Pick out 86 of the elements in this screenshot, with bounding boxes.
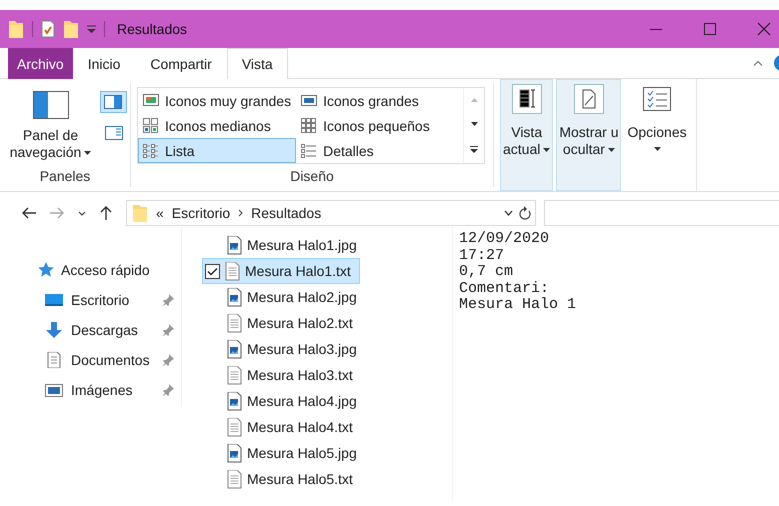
new-folder-icon[interactable] (63, 19, 79, 39)
navigation-pane-button[interactable]: Panel de navegación (6, 83, 94, 165)
customize-toolbar-icon[interactable] (87, 25, 96, 33)
properties-icon[interactable] (41, 20, 55, 38)
image-file-icon (227, 444, 242, 462)
text-file-icon (227, 366, 242, 384)
search-field[interactable] (544, 200, 779, 226)
show-hide-icon (574, 84, 604, 114)
caret-icon (543, 148, 550, 152)
show-hide-button[interactable]: Mostrar u ocultar (556, 79, 622, 191)
image-file-icon (227, 340, 242, 358)
document-icon (45, 352, 63, 368)
current-view-button[interactable]: Vista actual (500, 79, 554, 191)
image-file-icon (227, 288, 242, 306)
file-item[interactable]: Mesura Halo4.txt (202, 414, 362, 440)
nav-item[interactable]: Acceso rápido (0, 255, 181, 285)
file-item[interactable]: Mesura Halo2.txt (202, 310, 362, 336)
address-field[interactable]: « Escritorio Resultados (126, 200, 536, 226)
scroll-down-icon[interactable] (470, 122, 478, 126)
up-icon[interactable] (100, 206, 112, 220)
picture-folder-icon (45, 382, 63, 398)
nav-item[interactable]: Escritorio (0, 285, 181, 315)
large-icons-icon (301, 92, 318, 108)
nav-item[interactable]: Imágenes (0, 375, 181, 405)
options-icon (642, 84, 672, 114)
group-label: Diseño (289, 167, 335, 186)
small-icons-icon (301, 118, 318, 134)
dropdown-icon[interactable] (504, 210, 513, 216)
options-button[interactable]: Opciones (624, 79, 690, 191)
text-file-icon (227, 418, 242, 436)
refresh-icon[interactable] (519, 206, 531, 220)
file-item[interactable]: Mesura Halo1.jpg (202, 232, 366, 258)
text-file-icon (225, 262, 240, 280)
image-file-icon (227, 392, 242, 410)
maximize-icon[interactable] (703, 22, 717, 36)
text-file-icon (227, 314, 242, 332)
recent-locations-icon[interactable] (78, 210, 86, 216)
layout-option[interactable]: Iconos medianos (138, 113, 296, 138)
breadcrumb[interactable]: Escritorio (172, 205, 230, 221)
folder-icon (132, 203, 148, 223)
overflow-marker[interactable]: « (156, 205, 164, 221)
layout-option[interactable]: Iconos grandes (296, 88, 435, 113)
text-file-icon (227, 470, 242, 488)
preview-pane-button[interactable] (100, 91, 128, 113)
back-icon[interactable] (22, 207, 36, 219)
image-file-icon (227, 236, 242, 254)
desktop-icon (45, 292, 63, 308)
list-view-icon (143, 142, 159, 158)
preview-pane-icon (104, 95, 122, 109)
layout-option[interactable]: Detalles (296, 138, 435, 163)
extra-large-icons-icon (143, 92, 159, 108)
navigation-pane-icon (32, 91, 68, 119)
caret-icon (84, 151, 92, 156)
more-icon[interactable] (470, 146, 478, 153)
checkbox-icon[interactable] (205, 264, 220, 278)
file-item[interactable]: Mesura Halo2.jpg (202, 284, 366, 310)
medium-icons-icon (143, 118, 159, 134)
star-icon (38, 262, 56, 278)
file-item[interactable]: Mesura Halo3.txt (202, 362, 362, 388)
details-pane-icon (105, 126, 124, 140)
layout-option[interactable]: Lista (138, 138, 296, 163)
current-view-icon (512, 84, 542, 114)
layout-option[interactable]: Iconos pequeños (296, 113, 435, 138)
nav-item[interactable]: Descargas (0, 315, 181, 345)
file-item[interactable]: Mesura Halo4.jpg (202, 388, 366, 414)
caret-icon (608, 148, 615, 152)
details-view-icon (301, 142, 318, 158)
preview-text: 12/09/2020 17:27 0,7 cm Comentari: Mesura Halo 1 (458, 229, 576, 316)
ribbon-tab[interactable]: Vista (226, 48, 288, 79)
close-icon[interactable] (757, 22, 771, 36)
ribbon-tab[interactable]: Archivo (8, 48, 73, 79)
file-item[interactable]: Mesura Halo1.txt (202, 258, 360, 284)
file-item[interactable]: Mesura Halo3.jpg (202, 336, 366, 362)
layout-option[interactable]: Iconos muy grandes (138, 88, 296, 113)
collapse-ribbon-icon[interactable] (753, 60, 763, 66)
ribbon-tab[interactable]: Inicio (72, 48, 136, 79)
folder-icon (8, 19, 24, 39)
window-title: Resultados (117, 21, 188, 37)
download-arrow-icon (45, 322, 63, 338)
group-label: Paneles (38, 167, 92, 186)
nav-item[interactable]: Documentos (0, 345, 181, 375)
file-item[interactable]: Mesura Halo5.txt (202, 466, 362, 492)
file-item[interactable]: Mesura Halo5.jpg (202, 440, 366, 466)
caret-icon (654, 147, 661, 151)
chevron-icon (238, 209, 244, 217)
breadcrumb[interactable]: Resultados (251, 205, 322, 221)
